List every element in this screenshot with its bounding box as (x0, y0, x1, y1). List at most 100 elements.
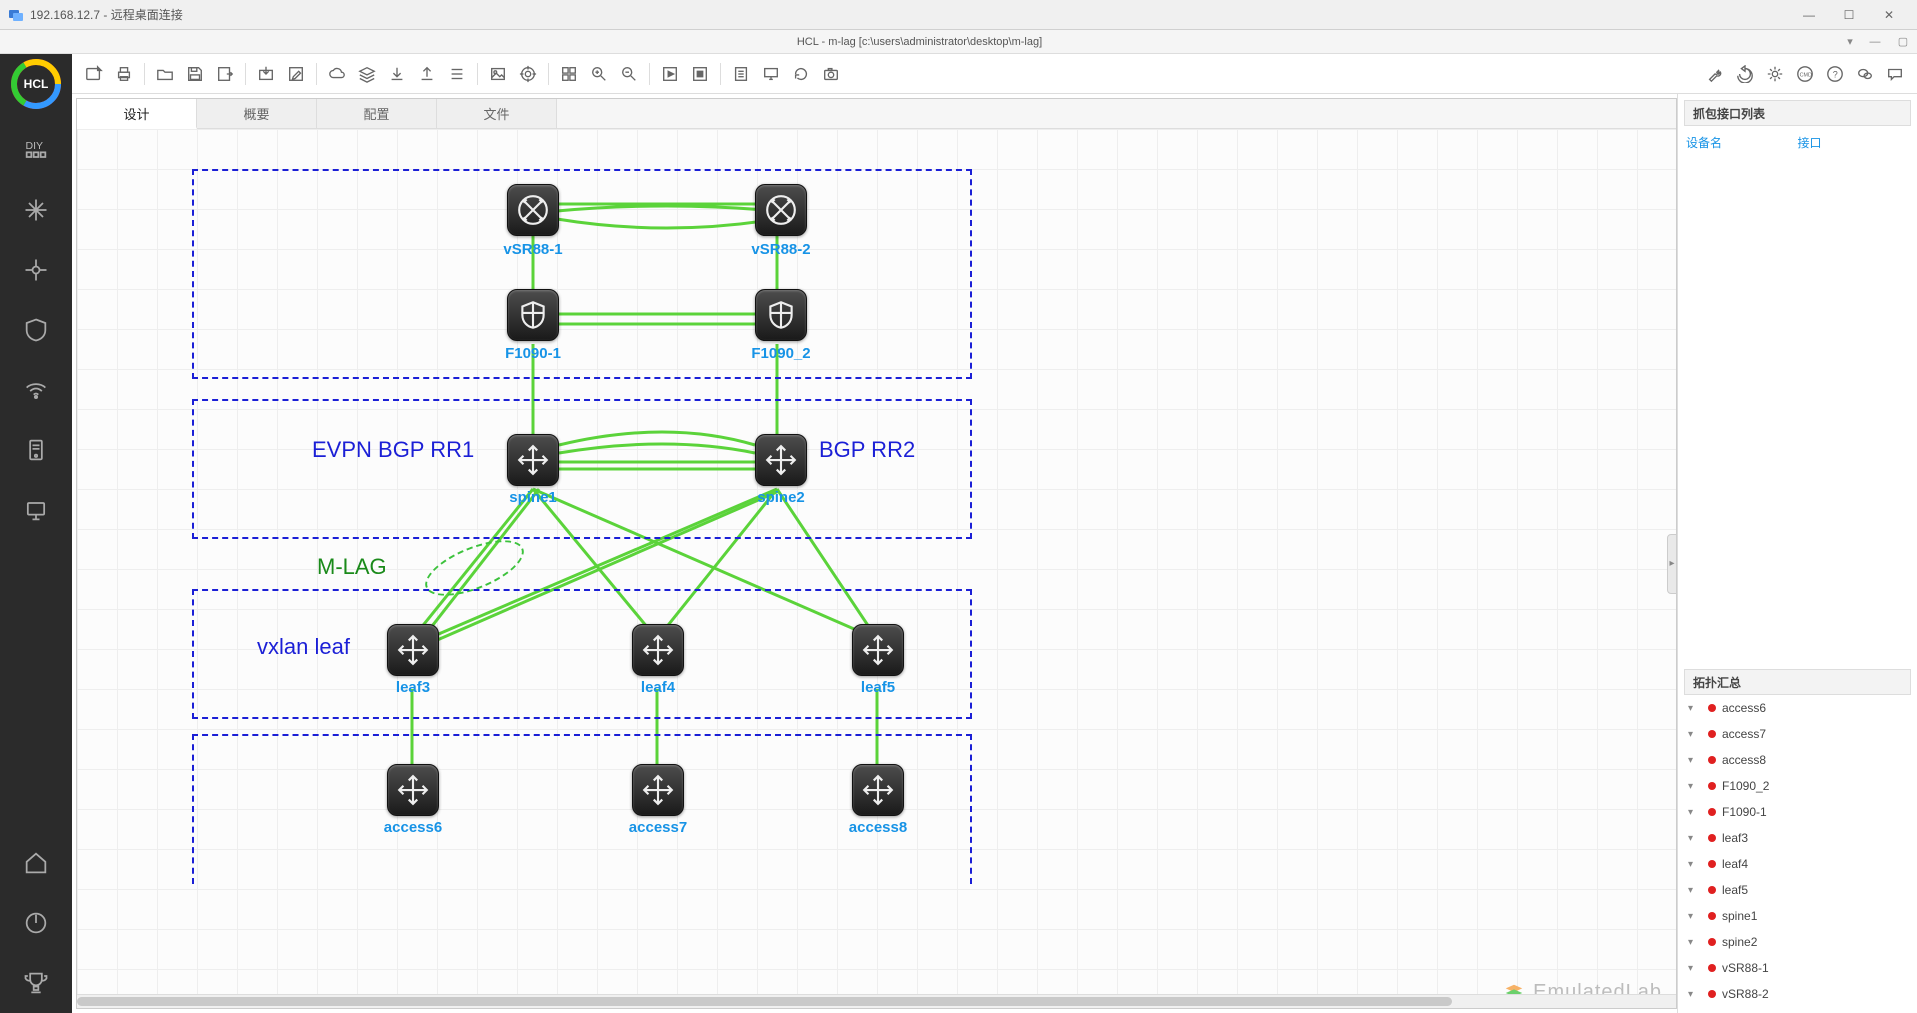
toolbar: CMD ? (72, 54, 1917, 94)
label-spine2: spine2 (757, 489, 805, 506)
horizontal-scrollbar[interactable] (77, 994, 1676, 1008)
target-button[interactable] (514, 60, 542, 88)
svg-text:DIY: DIY (26, 140, 44, 152)
rail-home-icon[interactable] (14, 841, 58, 885)
topology-item[interactable]: ▾F1090-1 (1678, 799, 1917, 825)
rail-wireless-icon[interactable] (14, 368, 58, 412)
menu-dropdown-icon[interactable]: ▾ (1839, 35, 1861, 48)
tab-config[interactable]: 配置 (317, 99, 437, 128)
topology-device-list: ▾access6▾access7▾access8▾F1090_2▾F1090-1… (1678, 695, 1917, 1007)
label-access6: access6 (384, 819, 442, 836)
node-spine1[interactable] (507, 434, 559, 486)
label-bgp-rr2: BGP RR2 (819, 437, 915, 463)
monitor-button[interactable] (757, 60, 785, 88)
capture-columns: 设备名 接口 (1686, 134, 1909, 151)
rail-firewall-icon[interactable] (14, 308, 58, 352)
tab-overview[interactable]: 概要 (197, 99, 317, 128)
wrench-button[interactable] (1701, 60, 1729, 88)
save-button[interactable] (181, 60, 209, 88)
topology-item[interactable]: ▾access7 (1678, 721, 1917, 747)
label-vxlan-leaf: vxlan leaf (257, 634, 350, 660)
help-button[interactable]: ? (1821, 60, 1849, 88)
import-button[interactable] (252, 60, 280, 88)
inner-maximize-button[interactable]: ▢ (1889, 35, 1917, 48)
upload-button[interactable] (413, 60, 441, 88)
refresh-button[interactable] (787, 60, 815, 88)
play-button[interactable] (656, 60, 684, 88)
rail-switch-icon[interactable] (14, 188, 58, 232)
topology-item[interactable]: ▾spine1 (1678, 903, 1917, 929)
zoom-in-button[interactable] (585, 60, 613, 88)
right-panel: 抓包接口列表 设备名 接口 拓扑汇总 ▾access6▾access7▾acce… (1677, 94, 1917, 1013)
rdp-title: 192.168.12.7 - 远程桌面连接 (30, 6, 1789, 23)
cmd-button[interactable]: CMD (1791, 60, 1819, 88)
layers-button[interactable] (353, 60, 381, 88)
grid-button[interactable] (555, 60, 583, 88)
rail-trophy-icon[interactable] (14, 961, 58, 1005)
maximize-button[interactable]: ☐ (1829, 1, 1869, 29)
rail-router-icon[interactable] (14, 248, 58, 292)
node-access8[interactable] (852, 764, 904, 816)
image-button[interactable] (484, 60, 512, 88)
node-spine2[interactable] (755, 434, 807, 486)
inner-minimize-button[interactable]: — (1861, 36, 1889, 48)
topology-item[interactable]: ▾access6 (1678, 695, 1917, 721)
label-vsr88-1: vSR88-1 (503, 241, 562, 258)
node-vsr88-2[interactable] (755, 184, 807, 236)
node-access7[interactable] (632, 764, 684, 816)
topology-item[interactable]: ▾leaf4 (1678, 851, 1917, 877)
node-f1090-2[interactable] (755, 289, 807, 341)
panel-collapse-handle[interactable]: ▸ (1667, 534, 1677, 594)
topology-panel-header: 拓扑汇总 (1684, 669, 1911, 695)
stop-button[interactable] (686, 60, 714, 88)
label-evpn-rr1: EVPN BGP RR1 (312, 437, 474, 463)
reload-button[interactable] (1731, 60, 1759, 88)
export-button[interactable] (211, 60, 239, 88)
node-leaf5[interactable] (852, 624, 904, 676)
node-leaf3[interactable] (387, 624, 439, 676)
topology-canvas[interactable]: vSR88-1 vSR88-2 F1090-1 F1090_2 EVPN BGP… (77, 129, 1676, 1008)
node-leaf4[interactable] (632, 624, 684, 676)
download-button[interactable] (383, 60, 411, 88)
new-project-button[interactable] (80, 60, 108, 88)
label-f1090-2: F1090_2 (751, 345, 810, 362)
cloud-button[interactable] (323, 60, 351, 88)
topology-item[interactable]: ▾vSR88-1 (1678, 955, 1917, 981)
camera-button[interactable] (817, 60, 845, 88)
topology-item[interactable]: ▾access8 (1678, 747, 1917, 773)
chat-button[interactable] (1881, 60, 1909, 88)
print-button[interactable] (110, 60, 138, 88)
tab-file[interactable]: 文件 (437, 99, 557, 128)
label-leaf4: leaf4 (641, 679, 675, 696)
list-button[interactable] (443, 60, 471, 88)
node-vsr88-1[interactable] (507, 184, 559, 236)
zone-core (192, 169, 972, 379)
topology-item[interactable]: ▾spine2 (1678, 929, 1917, 955)
node-f1090-1[interactable] (507, 289, 559, 341)
rail-diy-icon[interactable]: DIY (14, 128, 58, 172)
settings-button[interactable] (1761, 60, 1789, 88)
close-button[interactable]: ✕ (1869, 1, 1909, 29)
hcl-logo[interactable]: HCL (8, 56, 64, 112)
zoom-out-button[interactable] (615, 60, 643, 88)
col-device: 设备名 (1686, 134, 1798, 151)
open-button[interactable] (151, 60, 179, 88)
label-vsr88-2: vSR88-2 (751, 241, 810, 258)
main-area: CMD ? 设计 概要 配置 文件 (72, 54, 1917, 1013)
tab-design[interactable]: 设计 (77, 99, 197, 129)
label-leaf3: leaf3 (396, 679, 430, 696)
label-mlag: M-LAG (317, 554, 387, 580)
topology-item[interactable]: ▾leaf3 (1678, 825, 1917, 851)
canvas-wrap: 设计 概要 配置 文件 (76, 98, 1677, 1009)
topology-item[interactable]: ▾leaf5 (1678, 877, 1917, 903)
edit-button[interactable] (282, 60, 310, 88)
rail-power-icon[interactable] (14, 901, 58, 945)
minimize-button[interactable]: — (1789, 1, 1829, 29)
topology-item[interactable]: ▾vSR88-2 (1678, 981, 1917, 1007)
receipt-button[interactable] (727, 60, 755, 88)
rail-server-icon[interactable] (14, 428, 58, 472)
wechat-button[interactable] (1851, 60, 1879, 88)
node-access6[interactable] (387, 764, 439, 816)
topology-item[interactable]: ▾F1090_2 (1678, 773, 1917, 799)
rail-host-icon[interactable] (14, 488, 58, 532)
